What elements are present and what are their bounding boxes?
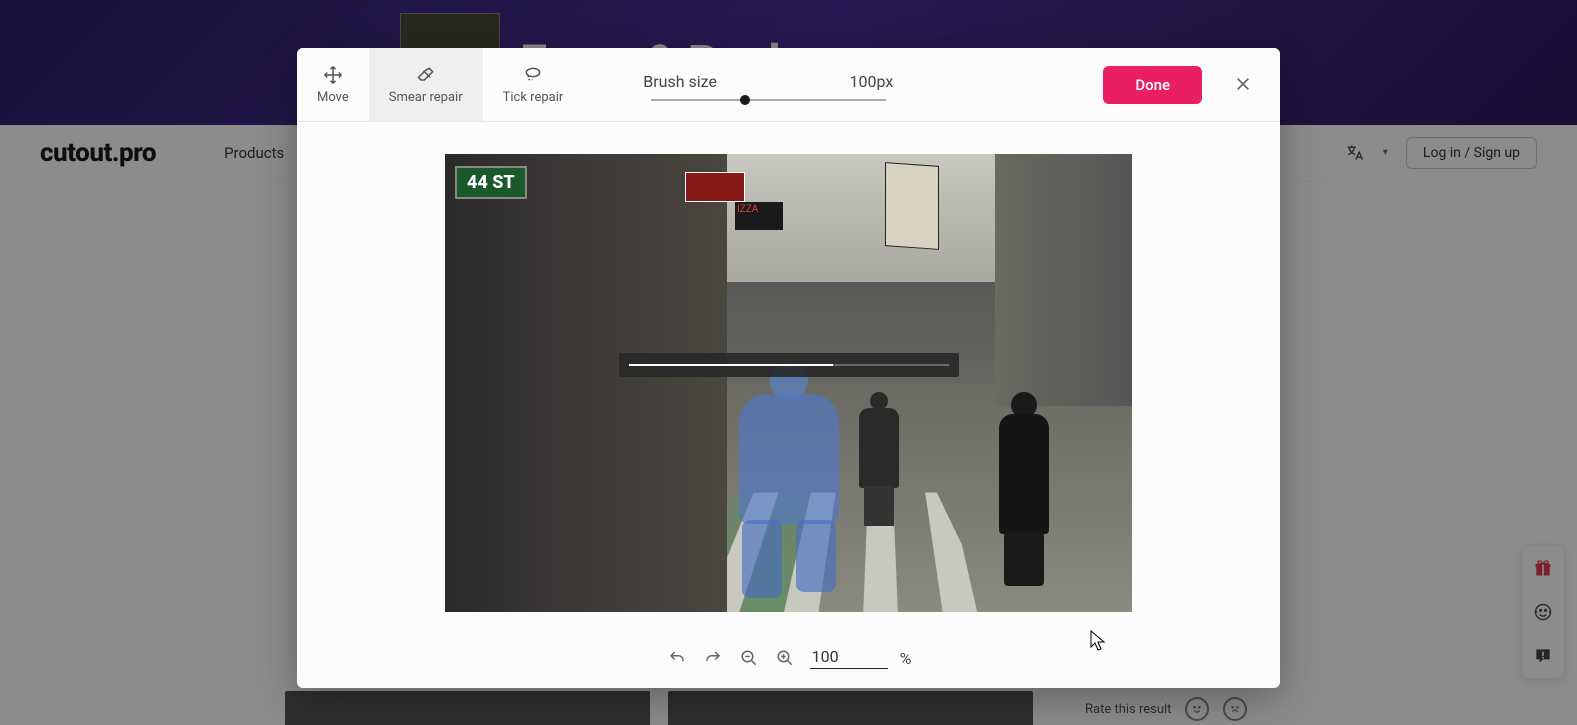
lasso-icon: [522, 64, 544, 86]
processing-progress: [619, 353, 959, 377]
done-button[interactable]: Done: [1103, 66, 1202, 104]
canvas-area: 44 ST IZZA: [297, 122, 1280, 628]
zoom-in-button[interactable]: [774, 647, 796, 669]
scene-buildings-left: [445, 154, 727, 612]
tool-smear-label: Smear repair: [389, 90, 463, 105]
zoom-out-button[interactable]: [738, 647, 760, 669]
brush-size-control: Brush size 100px: [643, 48, 893, 121]
brush-size-value: 100px: [850, 72, 894, 91]
street-sign: 44 ST: [455, 166, 527, 199]
tool-move[interactable]: Move: [297, 48, 369, 121]
progress-fill: [629, 364, 834, 366]
progress-track: [629, 364, 949, 366]
pedestrian-background: [857, 392, 901, 532]
scene-buildings-right: [995, 154, 1132, 406]
move-icon: [322, 64, 344, 86]
pizza-sign: IZZA: [735, 202, 783, 230]
tool-smear-repair[interactable]: Smear repair: [369, 48, 483, 121]
canvas-image[interactable]: 44 ST IZZA: [445, 154, 1132, 612]
editor-modal: Move Smear repair Tick repair Brush size: [297, 48, 1280, 688]
brush-slider[interactable]: [651, 99, 886, 101]
redo-button[interactable]: [702, 647, 724, 669]
tool-tick-repair[interactable]: Tick repair: [483, 48, 584, 121]
close-button[interactable]: [1234, 75, 1254, 95]
selected-person-mask: [724, 362, 854, 612]
tool-move-label: Move: [317, 90, 349, 105]
eraser-icon: [415, 64, 437, 86]
editor-toolbar: Move Smear repair Tick repair Brush size: [297, 48, 1280, 122]
tool-tick-label: Tick repair: [503, 90, 564, 105]
canvas-controls: %: [297, 628, 1280, 688]
zoom-input[interactable]: [810, 647, 888, 669]
pedestrian-right: [996, 392, 1052, 592]
brush-size-label: Brush size: [643, 72, 717, 91]
brush-slider-handle[interactable]: [740, 95, 750, 105]
times-square-sign: [685, 172, 745, 202]
billboard: [885, 162, 939, 250]
zoom-unit: %: [900, 649, 912, 668]
undo-button[interactable]: [666, 647, 688, 669]
